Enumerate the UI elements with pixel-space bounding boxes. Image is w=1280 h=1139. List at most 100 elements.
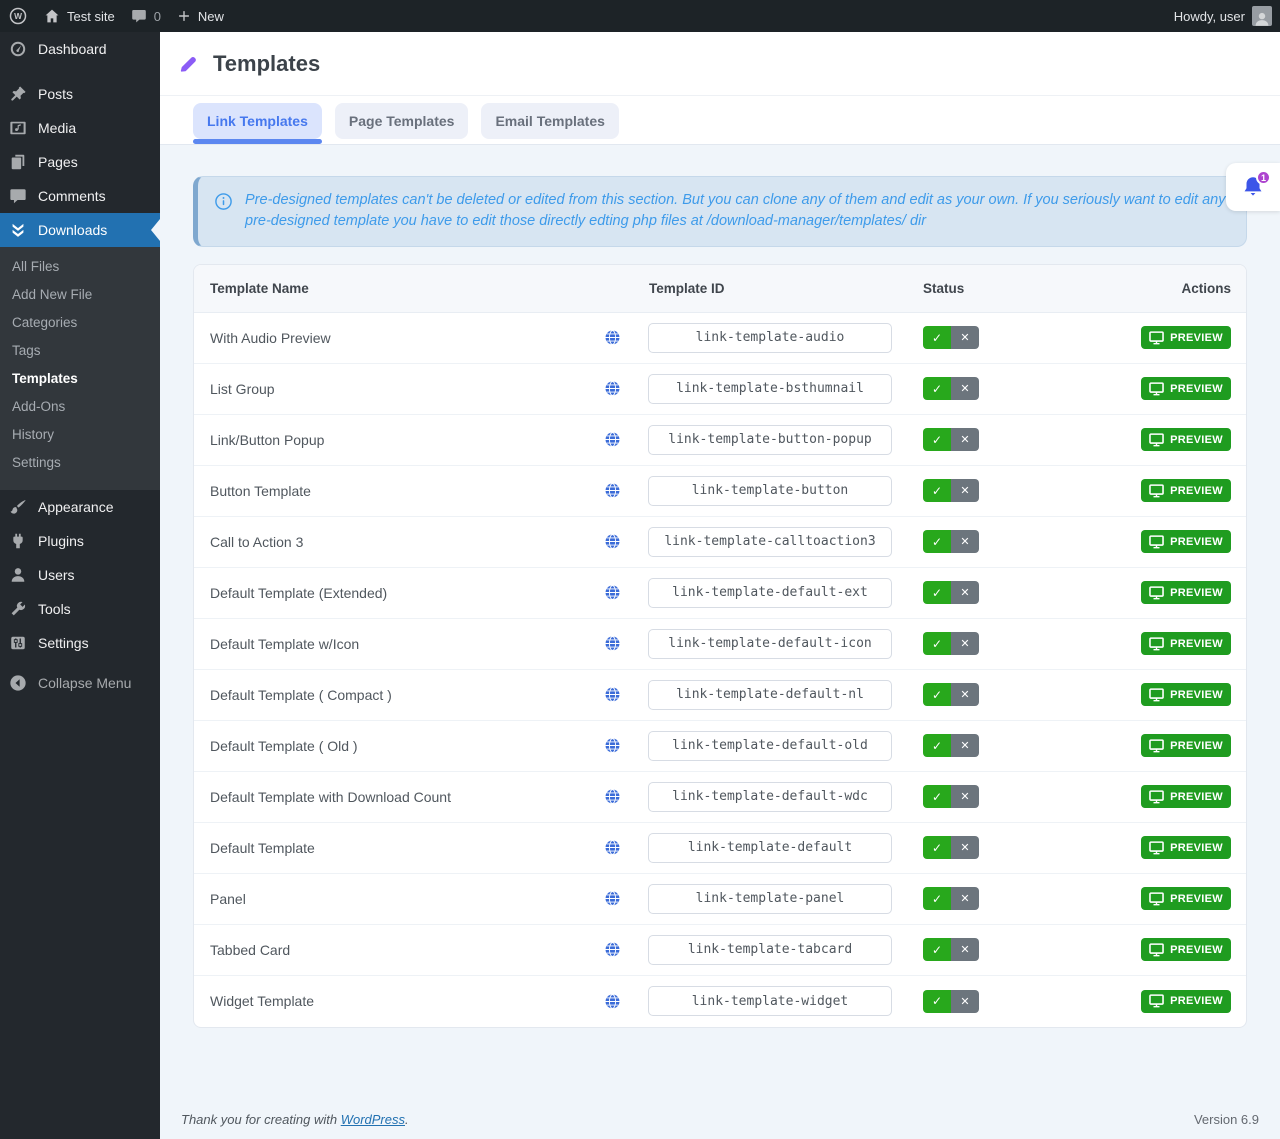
status-enabled-button[interactable]: ✓ [923,428,951,451]
status-disabled-button[interactable]: ✕ [951,530,979,553]
preview-button[interactable]: PREVIEW [1141,632,1231,655]
preview-button[interactable]: PREVIEW [1141,938,1231,961]
status-enabled-button[interactable]: ✓ [923,530,951,553]
template-id-input[interactable] [648,629,892,659]
tab-page-templates[interactable]: Page Templates [335,103,469,139]
template-id-input[interactable] [648,527,892,557]
avatar[interactable] [1252,6,1272,26]
status-disabled-button[interactable]: ✕ [951,938,979,961]
status-enabled-button[interactable]: ✓ [923,990,951,1013]
preview-button[interactable]: PREVIEW [1141,530,1231,553]
sidebar-item-media[interactable]: Media [0,111,160,145]
site-name-link[interactable]: Test site [44,8,115,24]
template-id-input[interactable] [648,884,892,914]
template-id-input[interactable] [648,986,892,1016]
wordpress-link[interactable]: WordPress [341,1112,405,1127]
status-enabled-button[interactable]: ✓ [923,938,951,961]
preview-button[interactable]: PREVIEW [1141,785,1231,808]
collapse-circle-arrow-icon [8,673,28,693]
sidebar-item-comments[interactable]: Comments [0,179,160,213]
table-header: Template Name Template ID Status Actions [194,265,1246,313]
comments-count: 0 [154,9,161,24]
template-id-input[interactable] [648,731,892,761]
status-enabled-button[interactable]: ✓ [923,377,951,400]
status-disabled-button[interactable]: ✕ [951,632,979,655]
collapse-menu-button[interactable]: Collapse Menu [0,666,160,700]
status-disabled-button[interactable]: ✕ [951,377,979,400]
wrench-icon [8,599,28,619]
preview-button[interactable]: PREVIEW [1141,479,1231,502]
pencil-icon [177,53,199,75]
template-id-input[interactable] [648,833,892,863]
status-enabled-button[interactable]: ✓ [923,683,951,706]
status-enabled-button[interactable]: ✓ [923,836,951,859]
status-enabled-button[interactable]: ✓ [923,887,951,910]
status-disabled-button[interactable]: ✕ [951,683,979,706]
template-name: Tabbed Card [194,942,584,958]
status-disabled-button[interactable]: ✕ [951,887,979,910]
sidebar-item-posts[interactable]: Posts [0,77,160,111]
status-disabled-button[interactable]: ✕ [951,428,979,451]
preview-button[interactable]: PREVIEW [1141,581,1231,604]
status-enabled-button[interactable]: ✓ [923,326,951,349]
sidebar-item-downloads[interactable]: Downloads [0,213,160,247]
status-disabled-button[interactable]: ✕ [951,785,979,808]
submenu-item-settings[interactable]: Settings [0,449,160,477]
main-content: Templates Link TemplatesPage TemplatesEm… [160,32,1280,1139]
monitor-icon [1149,688,1164,702]
account-menu[interactable]: Howdy, user [1174,6,1272,26]
template-id-input[interactable] [648,935,892,965]
submenu-item-add-ons[interactable]: Add-Ons [0,393,160,421]
submenu-item-add-new-file[interactable]: Add New File [0,281,160,309]
status-disabled-button[interactable]: ✕ [951,479,979,502]
status-enabled-button[interactable]: ✓ [923,734,951,757]
preview-button[interactable]: PREVIEW [1141,887,1231,910]
preview-button[interactable]: PREVIEW [1141,428,1231,451]
preview-button[interactable]: PREVIEW [1141,326,1231,349]
admin-bar: W Test site 0 New Howdy, user [0,0,1280,32]
paintbrush-icon [8,497,28,517]
submenu-item-tags[interactable]: Tags [0,337,160,365]
status-disabled-button[interactable]: ✕ [951,326,979,349]
template-id-input[interactable] [648,578,892,608]
submenu-item-categories[interactable]: Categories [0,309,160,337]
status-disabled-button[interactable]: ✕ [951,836,979,859]
sidebar-item-plugins[interactable]: Plugins [0,524,160,558]
tab-email-templates[interactable]: Email Templates [481,103,618,139]
template-id-input[interactable] [648,680,892,710]
preview-button[interactable]: PREVIEW [1141,683,1231,706]
preview-button[interactable]: PREVIEW [1141,836,1231,859]
template-id-input[interactable] [648,374,892,404]
template-id-input[interactable] [648,425,892,455]
status-enabled-button[interactable]: ✓ [923,785,951,808]
new-content-button[interactable]: New [177,9,224,24]
status-enabled-button[interactable]: ✓ [923,632,951,655]
footer: Thank you for creating with WordPress. V… [181,1112,1259,1127]
preview-button[interactable]: PREVIEW [1141,734,1231,757]
table-row: Button Template ✓ ✕ PREVIEW [194,466,1246,517]
sidebar-item-tools[interactable]: Tools [0,592,160,626]
sidebar-item-settings[interactable]: Settings [0,626,160,660]
sliders-icon [8,633,28,653]
status-disabled-button[interactable]: ✕ [951,581,979,604]
wordpress-logo[interactable]: W [8,6,28,26]
notifications-button[interactable]: 1 [1226,163,1280,211]
status-enabled-button[interactable]: ✓ [923,479,951,502]
submenu-item-templates[interactable]: Templates [0,365,160,393]
preview-button[interactable]: PREVIEW [1141,377,1231,400]
status-disabled-button[interactable]: ✕ [951,734,979,757]
submenu-item-history[interactable]: History [0,421,160,449]
preview-button[interactable]: PREVIEW [1141,990,1231,1013]
template-id-input[interactable] [648,782,892,812]
sidebar-item-pages[interactable]: Pages [0,145,160,179]
tab-link-templates[interactable]: Link Templates [193,103,322,139]
sidebar-item-users[interactable]: Users [0,558,160,592]
template-id-input[interactable] [648,476,892,506]
status-enabled-button[interactable]: ✓ [923,581,951,604]
submenu-item-all-files[interactable]: All Files [0,253,160,281]
template-id-input[interactable] [648,323,892,353]
sidebar-item-appearance[interactable]: Appearance [0,490,160,524]
status-disabled-button[interactable]: ✕ [951,990,979,1013]
comments-shortcut[interactable]: 0 [131,8,161,24]
sidebar-item-dashboard[interactable]: Dashboard [0,32,160,66]
